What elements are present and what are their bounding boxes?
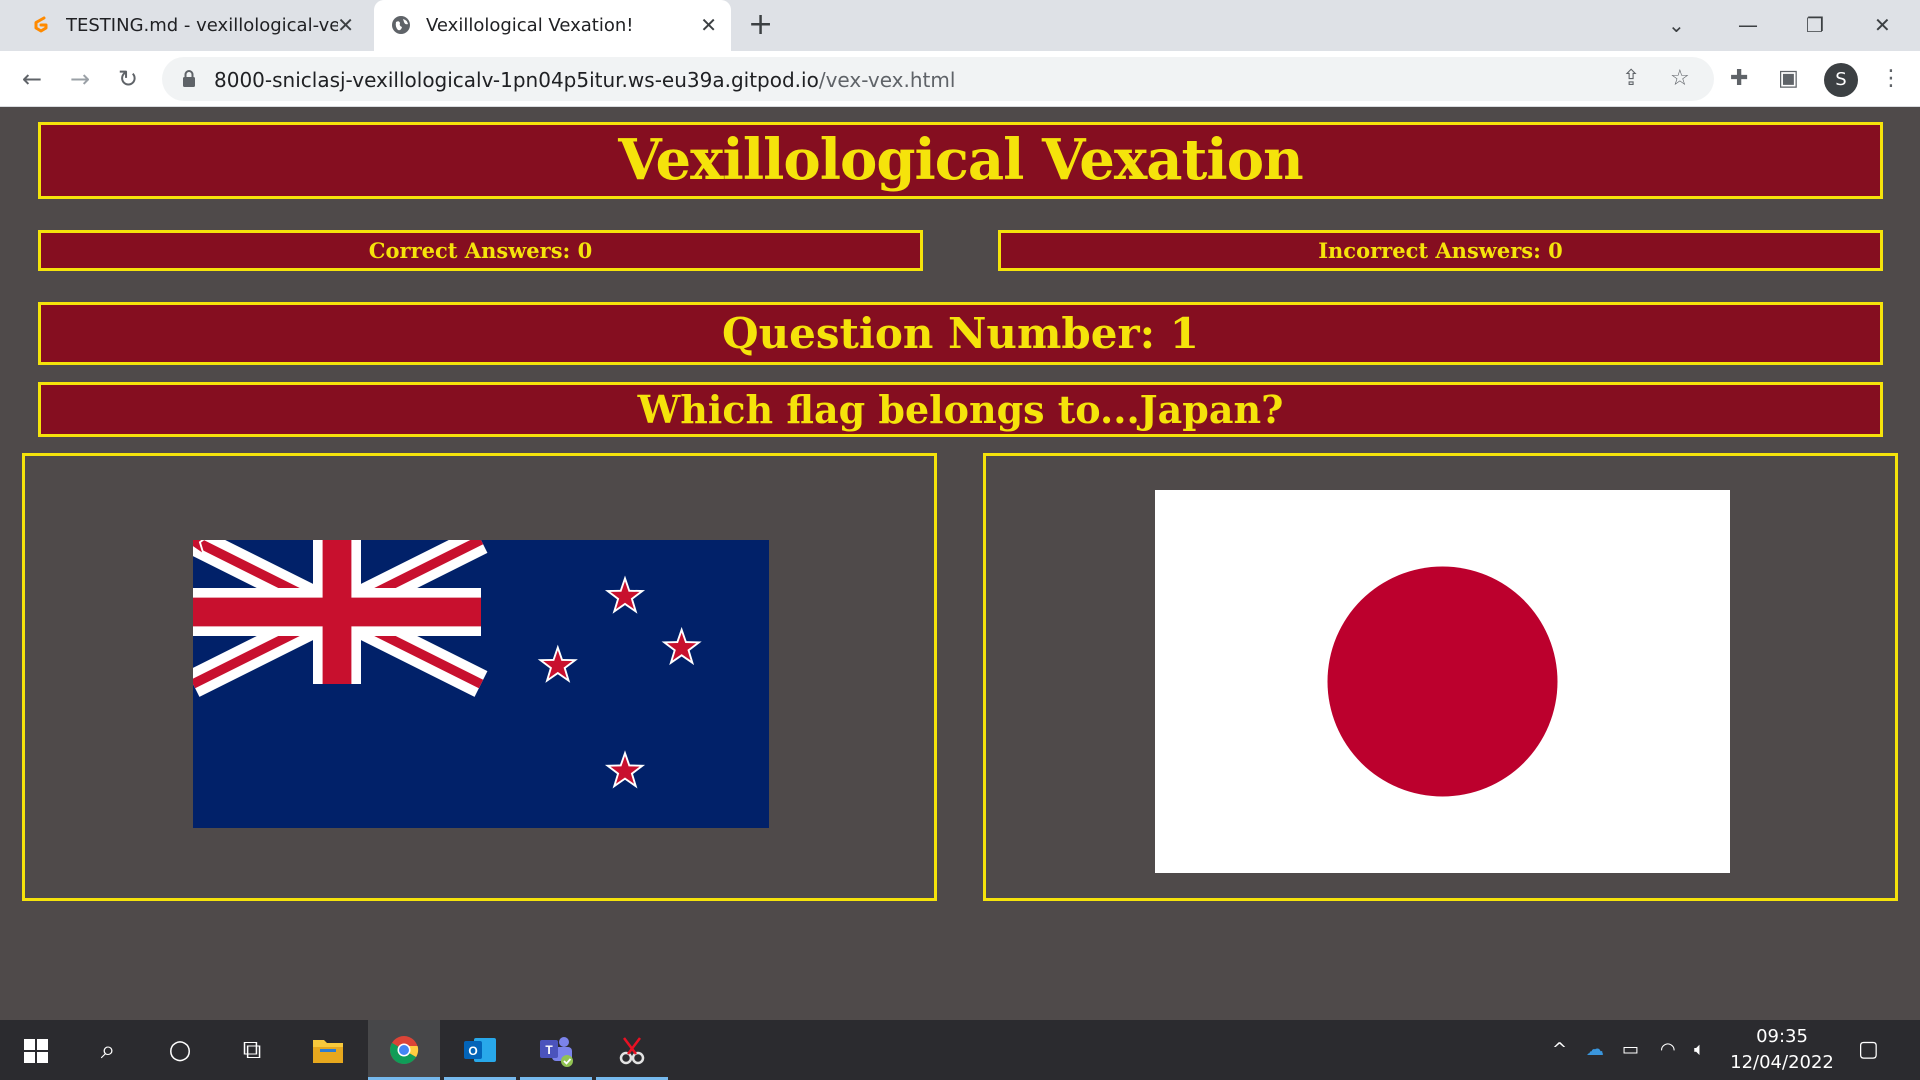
tab-vexillological-vexation[interactable]: Vexillological Vexation! ✕ [374,0,731,51]
folder-icon [313,1040,343,1063]
browser-tab-bar: TESTING.md - vexillological-vexa ✕ Vexil… [0,0,1920,51]
wifi-icon[interactable]: ◠ [1660,1038,1676,1062]
teams-icon: T [540,1037,573,1067]
gitpod-icon [34,16,48,33]
system-clock[interactable]: 09:35 12/04/2022 [1720,1024,1844,1076]
flag-new-zealand-icon[interactable] [193,540,769,828]
share-icon[interactable]: ⇪ [1622,67,1640,91]
snipping-tool-button[interactable] [596,1020,668,1080]
file-explorer-button[interactable] [292,1020,364,1080]
restore-icon[interactable]: ❐ [1806,10,1824,40]
windows-taskbar: ⌕ ○ ⧉ O T ^ ☁ ▭ ◠ 🔈︎ 09:35 12/04/2022 ▢ [0,1020,1920,1080]
task-view-button[interactable]: ⧉ [216,1020,288,1080]
close-icon[interactable]: ✕ [700,13,717,37]
volume-icon[interactable]: 🔈︎ [1694,1038,1705,1062]
url-path: /vex-vex.html [818,68,956,92]
cortana-button[interactable]: ○ [144,1020,216,1080]
search-icon: ⌕ [100,1035,116,1065]
page-title: Vexillological Vexation [38,122,1883,199]
teams-button[interactable]: T [520,1020,592,1080]
tab-search-icon[interactable]: ⌄ [1668,10,1685,40]
lock-icon [183,70,195,87]
answer-option-2[interactable] [983,453,1898,901]
window-close-icon[interactable]: ✕ [1874,10,1891,40]
start-button[interactable] [0,1020,72,1080]
minimize-icon[interactable]: — [1738,10,1758,40]
page-content: Vexillological Vexation Correct Answers:… [0,108,1920,1020]
tab-title: Vexillological Vexation! [426,15,634,36]
chrome-icon [390,1036,419,1064]
battery-icon[interactable]: ▭ [1622,1038,1639,1062]
cortana-icon: ○ [168,1035,192,1065]
clock-date: 12/04/2022 [1730,1052,1834,1073]
bookmark-star-icon[interactable]: ☆ [1670,67,1690,91]
menu-icon[interactable]: ⋮ [1880,65,1902,93]
svg-text:T: T [545,1043,553,1057]
notifications-icon[interactable]: ▢ [1858,1038,1879,1062]
scissors-icon [619,1037,645,1065]
task-view-icon: ⧉ [242,1035,262,1065]
question-number: Question Number: 1 [38,302,1883,365]
flag-japan-icon[interactable] [1155,490,1730,873]
chrome-button[interactable] [368,1020,440,1080]
side-panel-icon[interactable]: ▣ [1778,65,1799,93]
reload-icon[interactable]: ↻ [112,63,144,95]
close-icon[interactable]: ✕ [337,13,354,37]
outlook-button[interactable]: O [444,1020,516,1080]
svg-text:O: O [468,1044,477,1058]
extensions-icon[interactable]: ✚ [1730,65,1748,93]
url-text: 8000-sniclasj-vexillologicalv-1pn04p5itu… [214,68,955,92]
back-icon[interactable]: ← [16,63,48,95]
profile-avatar[interactable]: S [1824,63,1858,97]
question-text: Which flag belongs to...Japan? [38,382,1883,437]
forward-icon[interactable]: → [64,63,96,95]
url-host: 8000-sniclasj-vexillologicalv-1pn04p5itu… [214,68,819,92]
onedrive-icon[interactable]: ☁ [1586,1038,1604,1062]
address-bar[interactable]: 8000-sniclasj-vexillologicalv-1pn04p5itu… [162,57,1714,101]
show-hidden-icons-icon[interactable]: ^ [1552,1038,1567,1062]
globe-icon [392,16,410,34]
windows-icon [24,1039,48,1063]
new-tab-icon[interactable]: + [748,8,773,42]
browser-toolbar: ← → ↻ 8000-sniclasj-vexillologicalv-1pn0… [0,51,1920,107]
outlook-icon: O [464,1038,496,1062]
tab-title: TESTING.md - vexillological-vexa [66,15,338,36]
tab-testing-md[interactable]: TESTING.md - vexillological-vexa ✕ [14,0,368,51]
incorrect-answers-counter: Incorrect Answers: 0 [998,230,1883,271]
correct-answers-counter: Correct Answers: 0 [38,230,923,271]
clock-time: 09:35 [1756,1026,1808,1047]
search-button[interactable]: ⌕ [72,1020,144,1080]
answer-option-1[interactable] [22,453,937,901]
